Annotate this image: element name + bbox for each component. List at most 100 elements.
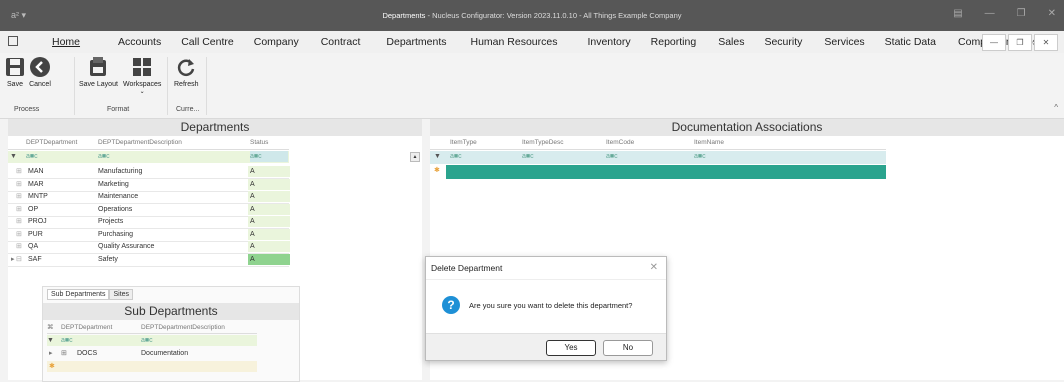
plus-box-icon[interactable]: ⊞ [16,229,22,240]
dept-status: A [248,178,290,190]
mdi-close-button[interactable]: ✕ [1034,34,1058,51]
doc-new-row[interactable]: ✱ [430,165,886,179]
title-bar: a² ▾ Departments - Nucleus Configurator:… [0,0,1064,31]
table-row[interactable]: ⊞ PUR Purchasing A [8,228,290,242]
plus-box-icon[interactable]: ⊞ [16,191,22,202]
menu-item-static-data[interactable]: Static Data [885,36,936,48]
minimize-button[interactable]: — [985,8,995,19]
col-item-code[interactable]: ItemCode [606,137,634,148]
dialog-message: Are you sure you want to delete this dep… [469,301,633,310]
departments-pane: Departments DEPTDepartment DEPTDepartmen… [8,119,422,382]
filter-desc-glyph[interactable]: a■c [98,151,110,162]
menu-item-sales[interactable]: Sales [718,36,744,48]
expand-row-icon[interactable]: ▸ [49,348,53,359]
refresh-icon [178,59,195,76]
dept-code: MNTP [28,193,48,200]
dept-status: A [248,216,290,227]
sub-filter-row[interactable]: ▼ a■c a■c [47,335,257,346]
minus-box-icon[interactable]: ⊟ [16,254,22,265]
maximize-button[interactable]: ❐ [1017,8,1026,19]
filter-status-glyph[interactable]: a■c [250,151,288,162]
tab-sites[interactable]: Sites [109,289,134,300]
dept-code: PUR [28,230,43,238]
sub-filter-code-glyph[interactable]: a■c [61,335,73,346]
menu-item-security[interactable]: Security [764,36,802,48]
doc-header-row: ItemType ItemTypeDesc ItemCode ItemName [430,137,886,150]
scroll-up-button[interactable]: ▲ [410,152,420,162]
refresh-button[interactable]: Refresh [174,56,199,88]
dialog-close-icon[interactable]: ✕ [650,262,658,273]
layout-save-icon [90,57,107,76]
menu-bar: Home Accounts Call Centre Company Contract De… [0,31,1064,53]
menu-item-reporting[interactable]: Reporting [651,36,697,48]
dept-desc: Marketing [98,180,129,188]
sub-row-code: DOCS [77,350,98,357]
save-layout-button[interactable]: Save Layout [79,56,118,88]
dept-code: PROJ [28,218,47,225]
sub-col-dept-desc[interactable]: DEPTDepartmentDescription [141,322,225,333]
plus-box-icon[interactable]: ⊞ [16,216,22,227]
sub-col-dept-code[interactable]: DEPTDepartment [61,322,112,333]
layout-icon[interactable]: ▤ [953,8,962,19]
plus-box-icon[interactable]: ⊞ [16,204,22,215]
doc-filter-glyph-2[interactable]: a■c [522,151,534,162]
table-row[interactable]: ⊞ QA Quality Assurance A [8,241,290,254]
column-chooser-icon[interactable]: ⌘ [47,322,54,333]
dept-desc: Operations [98,205,133,213]
menu-item-services[interactable]: Services [824,36,864,48]
plus-box-icon[interactable]: ⊞ [16,166,22,177]
menu-item-company[interactable]: Company [254,36,299,48]
table-row[interactable]: ⊞ OP Operations A [8,203,290,217]
dept-desc: Projects [98,218,124,225]
plus-box-icon[interactable]: ⊞ [16,241,22,252]
doc-filter-row[interactable]: ▼ a■c a■c a■c a■c [430,151,886,164]
col-item-type-desc[interactable]: ItemTypeDesc [522,137,564,148]
new-row-icon: ✱ [49,363,55,370]
table-row[interactable]: ▸ ⊟ SAF Safety A [8,253,290,267]
dept-desc: Purchasing [98,230,134,238]
question-icon: ? [442,296,460,314]
save-button[interactable]: Save [4,56,26,88]
dept-code: SAF [28,255,42,263]
plus-box-icon[interactable]: ⊞ [16,179,22,190]
filter-code-glyph[interactable]: a■c [26,151,38,162]
dept-code: MAR [28,180,44,188]
table-row[interactable]: ⊞ MNTP Maintenance A [8,191,290,204]
sub-filter-desc-glyph[interactable]: a■c [141,335,153,346]
doc-filter-glyph-4[interactable]: a■c [694,151,706,162]
dept-status: A [248,241,290,252]
table-row[interactable]: ⊞ PROJ Projects A [8,216,290,229]
menu-item-home[interactable]: Home [52,36,80,48]
col-item-name[interactable]: ItemName [694,137,724,148]
col-dept-code[interactable]: DEPTDepartment [26,137,77,148]
col-item-type[interactable]: ItemType [450,137,477,148]
menu-item-human-resources[interactable]: Human Resources [471,36,558,48]
doc-filter-glyph-1[interactable]: a■c [450,151,462,162]
no-button[interactable]: No [603,340,653,356]
table-row[interactable]: ⊞ MAR Marketing A [8,178,290,192]
menu-item-contract[interactable]: Contract [321,36,361,48]
close-button[interactable]: ✕ [1048,8,1056,19]
filter-row[interactable]: ▼ a■c a■c a■c [8,151,289,163]
system-menu-icon[interactable] [8,36,18,46]
collapse-ribbon-icon[interactable]: ^ [1054,103,1058,112]
menu-item-call-centre[interactable]: Call Centre [181,36,234,48]
doc-filter-icon: ▼ [434,153,441,160]
mdi-minimize-button[interactable]: — [982,34,1006,51]
table-row[interactable]: ▸ ⊞ DOCS Documentation [47,348,257,359]
yes-button[interactable]: Yes [546,340,596,356]
menu-item-inventory[interactable]: Inventory [587,36,630,48]
plus-box-icon[interactable]: ⊞ [61,348,67,359]
tab-sub-departments[interactable]: Sub Departments [47,289,110,300]
cancel-button[interactable]: Cancel [29,56,51,88]
menu-item-accounts[interactable]: Accounts [118,36,161,48]
new-row[interactable]: ✱ [47,361,257,372]
doc-filter-glyph-3[interactable]: a■c [606,151,618,162]
col-status[interactable]: Status [250,137,268,148]
menu-item-departments[interactable]: Departments [386,36,446,48]
table-row[interactable]: ⊞ MAN Manufacturing A [8,166,290,179]
col-dept-desc[interactable]: DEPTDepartmentDescription [98,137,182,148]
workspaces-button[interactable]: Workspaces ⌄ [123,56,161,95]
group-process-label: Process [14,106,40,113]
mdi-restore-button[interactable]: ❐ [1008,34,1032,51]
